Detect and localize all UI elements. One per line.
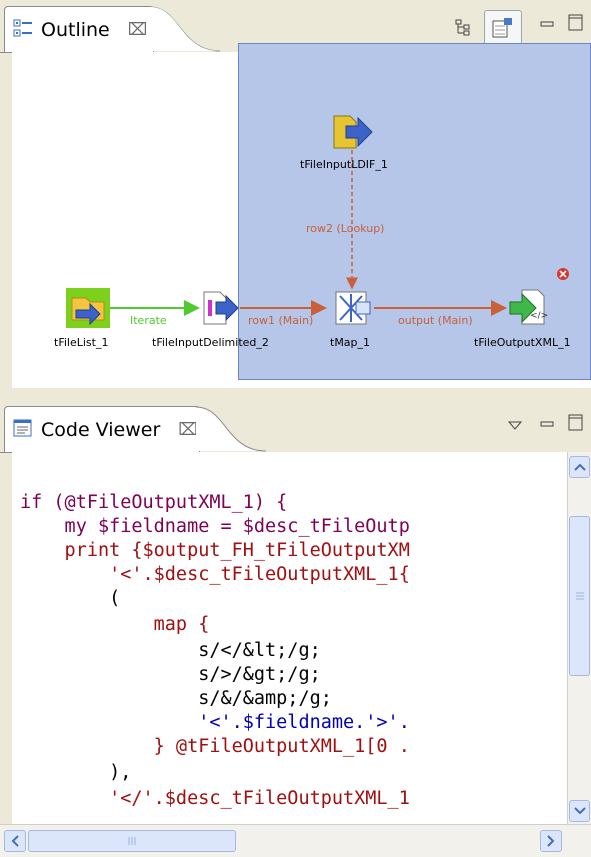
minimize-icon[interactable] (540, 414, 554, 433)
scroll-thumb[interactable] (28, 830, 236, 852)
code-line: map { (20, 614, 210, 635)
tfileoutputxml-icon[interactable]: </> (508, 288, 552, 332)
close-icon[interactable]: ⌧ (178, 420, 198, 440)
link-label-row1: row1 (Main) (248, 314, 314, 327)
scroll-up-button[interactable] (569, 456, 590, 478)
maximize-icon[interactable] (568, 414, 584, 436)
code-line: print {$output_FH_tFileOutputXM (20, 540, 410, 561)
outline-panel: Outline ⌧ </> tFileList_1 tFileInputDeli… (0, 0, 591, 400)
code-line: s/&/&amp;/g; (20, 688, 332, 709)
code-line: '<'.$desc_tFileOutputXML_1{ (20, 564, 410, 585)
code-line: } @tFileOutputXML_1[0 . (20, 736, 410, 757)
tab-code-viewer[interactable]: Code Viewer ⌧ (4, 406, 200, 452)
code-viewer-tabbar: Code Viewer ⌧ (0, 400, 591, 453)
code-line: if (@tFileOutputXML_1) { (20, 492, 288, 513)
tab-curve-decoration (196, 406, 266, 452)
tmap-icon[interactable] (330, 288, 374, 332)
code-line: my $fieldname = $desc_tFileOutp (20, 516, 410, 537)
tfileinputldif-icon[interactable] (332, 114, 376, 154)
code-line: '</'.$desc_tFileOutputXML_1 (20, 788, 410, 809)
tfileinputdelimited-icon[interactable] (200, 290, 240, 330)
error-icon (556, 266, 570, 285)
scroll-down-button[interactable] (569, 800, 590, 822)
view-menu-icon[interactable] (507, 416, 523, 435)
code-viewer-tab-label: Code Viewer (41, 418, 161, 441)
node-label-tfileinputdelimited: tFileInputDelimited_2 (152, 336, 269, 349)
scroll-left-button[interactable] (4, 830, 26, 852)
node-label-tfileoutputxml: tFileOutputXML_1 (474, 336, 571, 349)
code-editor[interactable]: if (@tFileOutputXML_1) { my $fieldname =… (12, 452, 567, 824)
link-label-iterate: Iterate (130, 314, 167, 327)
node-label-tfilelist: tFileList_1 (54, 336, 109, 349)
code-viewer-icon (13, 418, 33, 442)
scroll-right-button[interactable] (540, 830, 562, 852)
code-line: ), (20, 762, 132, 783)
code-line: s/>/&gt;/g; (20, 664, 321, 685)
tfilelist-icon[interactable] (66, 288, 110, 332)
code-line: ( (20, 588, 121, 609)
code-line: s/</&lt;/g; (20, 640, 321, 661)
scroll-thumb[interactable] (569, 516, 590, 676)
link-label-row2: row2 (Lookup) (306, 222, 385, 235)
link-label-output: output (Main) (398, 314, 473, 327)
code-line: '<'.$fieldname.'>'. (20, 712, 410, 733)
horizontal-scrollbar[interactable] (0, 824, 591, 857)
node-label-tmap: tMap_1 (330, 336, 371, 349)
vertical-scrollbar[interactable] (567, 452, 591, 824)
svg-text:</>: </> (530, 311, 548, 321)
node-label-tfileinputldif: tFileInputLDIF_1 (300, 158, 388, 171)
